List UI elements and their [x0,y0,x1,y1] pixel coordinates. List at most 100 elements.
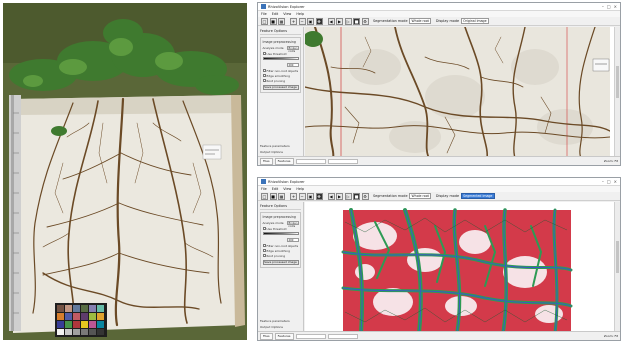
zoom-in-icon[interactable]: + [290,17,297,25]
analysis-mode-row: Analysis mode Broken roots [262,45,299,53]
settings-icon[interactable]: ⚙ [361,17,369,25]
open-icon[interactable]: □ [261,17,268,25]
play-icon[interactable]: ▷ [344,17,352,25]
feature-parameters-toggle[interactable]: Feature parameters [260,319,290,323]
app-icon [261,179,266,184]
threshold-row: 200 [263,62,299,67]
analysis-mode-label: Analysis mode [262,220,284,225]
checkbox-label: Edge smoothing [266,248,291,253]
previous-icon[interactable]: ◀ [327,17,335,25]
vertical-scrollbar[interactable] [614,202,620,331]
status-bar: Files Features Zoom: Fit [258,331,620,340]
filter-checkbox[interactable]: Filter non-root objects [262,243,299,248]
workspace: Feature Options Image preprocessing Anal… [258,202,620,331]
play-icon[interactable]: ▷ [344,192,352,200]
window-titlebar: RhizoVision Explorer – □ × [258,3,620,11]
menu-file[interactable]: File [261,12,267,16]
status-field [295,333,326,339]
menu-view[interactable]: View [283,187,291,191]
display-select[interactable]: Segmented image [460,193,495,199]
tab-features[interactable]: Features [274,332,294,340]
checkbox-box[interactable] [262,244,266,247]
display-label: Display mode [435,19,460,23]
minimize-icon[interactable]: – [602,179,604,184]
settings-icon[interactable]: ⚙ [361,192,369,200]
threshold-slider[interactable] [262,57,299,60]
checkbox-box[interactable] [262,74,266,77]
checkbox-box[interactable] [262,254,266,257]
output-options-toggle[interactable]: Output Options [260,150,283,154]
maximize-icon[interactable]: □ [607,4,611,9]
minimize-icon[interactable]: – [602,4,604,9]
fit-icon[interactable]: ▣ [307,17,314,25]
menu-edit[interactable]: Edit [272,12,279,16]
analysis-mode-label: Analysis mode [262,45,284,50]
folder-icon[interactable]: ▦ [278,17,285,25]
threshold-field[interactable]: 200 [286,237,299,242]
tab-files[interactable]: Files [260,157,273,165]
options-panel: Feature Options Image preprocessing Anal… [258,27,304,156]
toolbar: □ ■ ▦ + − ▣ ✥ ◀ ▶ ▷ ■ ⚙ Segmentation mod… [258,192,620,201]
checkbox-box[interactable] [262,52,266,55]
window-controls: – □ × [602,179,617,184]
menu-file[interactable]: File [261,187,267,191]
segmented-region [341,208,573,331]
stop-icon[interactable]: ■ [353,17,360,25]
app-window-original: RhizoVision Explorer – □ × File Edit Vie… [257,2,621,166]
image-view-original[interactable] [305,27,614,156]
zoom-out-icon[interactable]: − [298,192,306,200]
pruning-checkbox[interactable]: Root pruning [262,78,299,83]
tab-features[interactable]: Features [274,157,294,165]
save-processed-button[interactable]: Save processed image [262,85,299,90]
menu-help[interactable]: Help [296,187,304,191]
close-icon[interactable]: × [614,179,617,184]
close-icon[interactable]: × [614,4,617,9]
tab-files[interactable]: Files [260,332,273,340]
image-view-segmented[interactable] [305,202,614,331]
segmentation-label: Segmentation mode [373,19,408,23]
fit-icon[interactable]: ▣ [307,192,314,200]
status-bar: Files Features Zoom: Fit [258,156,620,165]
checkbox-box[interactable] [262,249,266,252]
next-icon[interactable]: ▶ [336,192,343,200]
pan-icon[interactable]: ✥ [315,17,323,25]
save-processed-button[interactable]: Save processed image [262,260,299,265]
window-title: RhizoVision Explorer [268,179,305,184]
feature-parameters-toggle[interactable]: Feature parameters [260,144,290,148]
window-title: RhizoVision Explorer [268,4,305,9]
zoom-in-icon[interactable]: + [290,192,297,200]
toolbar: □ ■ ▦ + − ▣ ✥ ◀ ▶ ▷ ■ ⚙ Segmentation mod… [258,17,620,26]
previous-icon[interactable]: ◀ [327,192,335,200]
filter-checkbox[interactable]: Filter non-root objects [262,68,299,73]
save-icon[interactable]: ■ [269,17,277,25]
open-icon[interactable]: □ [261,192,268,200]
status-field [327,333,358,339]
checkbox-box[interactable] [262,227,266,230]
pan-icon[interactable]: ✥ [315,192,323,200]
checkbox-box[interactable] [262,79,266,82]
display-select[interactable]: Original image [460,18,490,24]
segmentation-select[interactable]: Whole root [409,193,432,199]
analysis-mode-select[interactable]: Broken roots [286,220,299,228]
save-icon[interactable]: ■ [269,192,277,200]
section-title: Image preprocessing [262,214,296,219]
menu-edit[interactable]: Edit [272,187,279,191]
maximize-icon[interactable]: □ [607,179,611,184]
vertical-scrollbar[interactable] [614,27,620,156]
checkbox-label: Root pruning [266,78,286,83]
threshold-slider[interactable] [262,232,299,235]
rhizobox-photo [3,3,247,340]
folder-icon[interactable]: ▦ [278,192,285,200]
next-icon[interactable]: ▶ [336,17,343,25]
checkbox-box[interactable] [262,69,266,72]
pruning-checkbox[interactable]: Root pruning [262,253,299,258]
stop-icon[interactable]: ■ [353,192,360,200]
zoom-out-icon[interactable]: − [298,17,306,25]
output-options-toggle[interactable]: Output Options [260,325,283,329]
menu-help[interactable]: Help [296,12,304,16]
analysis-mode-select[interactable]: Broken roots [286,45,299,53]
segmentation-select[interactable]: Whole root [409,18,432,24]
rhizobox-photo-drawing [3,3,247,340]
menu-view[interactable]: View [283,12,291,16]
threshold-field[interactable]: 200 [286,62,299,67]
